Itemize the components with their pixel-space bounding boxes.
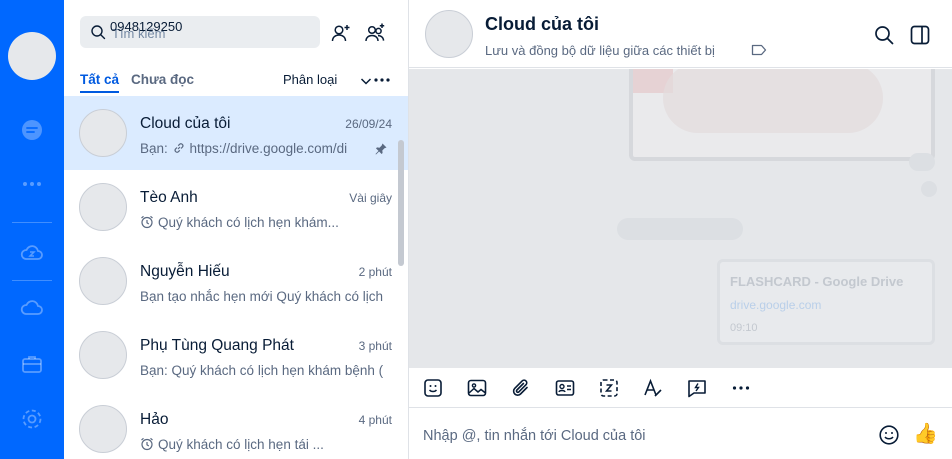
- conversation-name: Tèo Anh: [140, 189, 198, 206]
- image-icon[interactable]: [466, 377, 488, 399]
- rail-divider: [12, 222, 52, 223]
- quick-message-icon[interactable]: [686, 377, 708, 399]
- cloud-icon[interactable]: [20, 296, 44, 320]
- emoji-icon[interactable]: [878, 424, 900, 446]
- pin-icon: [375, 143, 387, 155]
- more-options-icon[interactable]: [730, 377, 752, 399]
- conversation-name: Hảo: [140, 411, 169, 428]
- conversation-preview: Bạn: Quý khách có lịch hẹn khám bệnh (: [140, 363, 384, 378]
- avatar: [79, 183, 127, 231]
- conversation-preview: Quý khách có lịch hẹn khám...: [140, 215, 392, 230]
- conversation-list: Cloud của tôi 26/09/24 Bạn: https://driv…: [64, 96, 408, 459]
- attachment-icon[interactable]: [510, 377, 532, 399]
- link-preview-card[interactable]: FLASHCARD - Google Drive drive.google.co…: [717, 259, 935, 345]
- conversation-time: 3 phút: [358, 339, 392, 353]
- conversation-time: Vài giây: [349, 191, 392, 205]
- avatar: [79, 257, 127, 305]
- image-content: [663, 69, 883, 133]
- chat-window: Cloud của tôi Lưu và đồng bộ dữ liệu giữ…: [409, 0, 952, 459]
- more-apps-icon[interactable]: [20, 172, 44, 196]
- contact-card-icon[interactable]: [554, 377, 576, 399]
- sidebar-toggle-icon[interactable]: [909, 24, 931, 46]
- conversation-item[interactable]: Cloud của tôi 26/09/24 Bạn: https://driv…: [64, 96, 408, 170]
- tab-all[interactable]: Tất cả: [80, 72, 120, 93]
- alarm-clock-icon: [141, 215, 153, 229]
- alarm-clock-icon: [141, 437, 153, 451]
- conversation-item[interactable]: Hảo 4 phút Quý khách có lịch hẹn tái ...: [64, 392, 408, 459]
- conversation-preview: Bạn: https://drive.google.com/di: [140, 141, 392, 156]
- conversation-preview: Quý khách có lịch hẹn tái ...: [140, 437, 392, 452]
- sender-prefix: Bạn:: [140, 141, 172, 156]
- chat-subtitle: Lưu và đồng bộ dữ liệu giữa các thiết bị: [485, 43, 715, 58]
- conversation-preview: Bạn tạo nhắc hẹn mới Quý khách có lịch: [140, 289, 383, 304]
- chat-title: Cloud của tôi: [485, 14, 599, 34]
- chat-avatar[interactable]: [425, 10, 473, 58]
- tab-unread[interactable]: Chưa đọc: [131, 72, 194, 87]
- date-separator: [617, 218, 743, 240]
- search-box[interactable]: Tìm kiếm 0948129250: [80, 16, 320, 48]
- conversation-item[interactable]: Phụ Tùng Quang Phát 3 phút Bạn: Quý khác…: [64, 318, 408, 392]
- link-title: FLASHCARD - Google Drive: [730, 274, 904, 289]
- chevron-down-icon[interactable]: [360, 75, 372, 87]
- composer-toolbar: [409, 368, 952, 408]
- chat-header: Cloud của tôi Lưu và đồng bộ dữ liệu giữ…: [409, 0, 952, 68]
- conversation-name: Phụ Tùng Quang Phát: [140, 337, 294, 354]
- zcloud-icon[interactable]: [20, 241, 44, 265]
- preview-text: Quý khách có lịch hẹn tái ...: [158, 437, 324, 452]
- conversation-item[interactable]: Nguyễn Hiếu 2 phút Bạn tạo nhắc hẹn mới …: [64, 244, 408, 318]
- thumbs-up-icon[interactable]: 👍: [913, 422, 938, 446]
- sticker-icon[interactable]: [422, 377, 444, 399]
- search-icon[interactable]: [873, 24, 895, 46]
- conversation-name: Nguyễn Hiếu: [140, 263, 230, 280]
- list-scrollbar[interactable]: [398, 140, 404, 266]
- conversation-panel: Tìm kiếm 0948129250 Tất cả Chưa đọc Phân…: [64, 0, 409, 459]
- link-domain[interactable]: drive.google.com: [730, 298, 821, 312]
- conversation-time: 4 phút: [358, 413, 392, 427]
- screenshot-icon[interactable]: [598, 377, 620, 399]
- user-avatar[interactable]: [8, 32, 56, 80]
- avatar: [79, 109, 127, 157]
- avatar: [79, 331, 127, 379]
- more-options-icon[interactable]: [372, 70, 392, 90]
- message-reaction[interactable]: [909, 153, 935, 171]
- message-time: 09:10: [730, 322, 758, 334]
- message-area[interactable]: FLASHCARD - Google Drive drive.google.co…: [409, 69, 952, 368]
- preview-link: https://drive.google.com/di: [189, 141, 348, 156]
- preview-text: Quý khách có lịch hẹn khám...: [158, 215, 339, 230]
- briefcase-icon[interactable]: [20, 352, 44, 376]
- conversation-tabs: Tất cả Chưa đọc Phân loại: [80, 72, 393, 94]
- create-group-icon[interactable]: [364, 22, 386, 44]
- add-friend-icon[interactable]: [330, 22, 352, 44]
- search-input[interactable]: 0948129250: [110, 19, 182, 34]
- settings-gear-icon[interactable]: [20, 407, 44, 431]
- rail-divider: [12, 280, 52, 281]
- nav-rail: [0, 0, 64, 459]
- link-icon: [174, 143, 184, 153]
- message-input[interactable]: Nhập @, tin nhắn tới Cloud của tôi 👍: [409, 409, 952, 459]
- classify-dropdown[interactable]: Phân loại: [283, 72, 337, 87]
- search-icon: [91, 25, 106, 40]
- conversation-time: 26/09/24: [345, 117, 392, 131]
- image-message[interactable]: [629, 69, 935, 161]
- chat-icon[interactable]: [20, 118, 44, 142]
- tag-icon[interactable]: [751, 43, 767, 57]
- conversation-time: 2 phút: [358, 265, 392, 279]
- message-input-placeholder: Nhập @, tin nhắn tới Cloud của tôi: [423, 428, 646, 444]
- message-reaction[interactable]: [921, 181, 937, 197]
- conversation-item[interactable]: Tèo Anh Vài giây Quý khách có lịch hẹn k…: [64, 170, 408, 244]
- avatar: [79, 405, 127, 453]
- conversation-name: Cloud của tôi: [140, 115, 231, 132]
- text-format-icon[interactable]: [642, 377, 664, 399]
